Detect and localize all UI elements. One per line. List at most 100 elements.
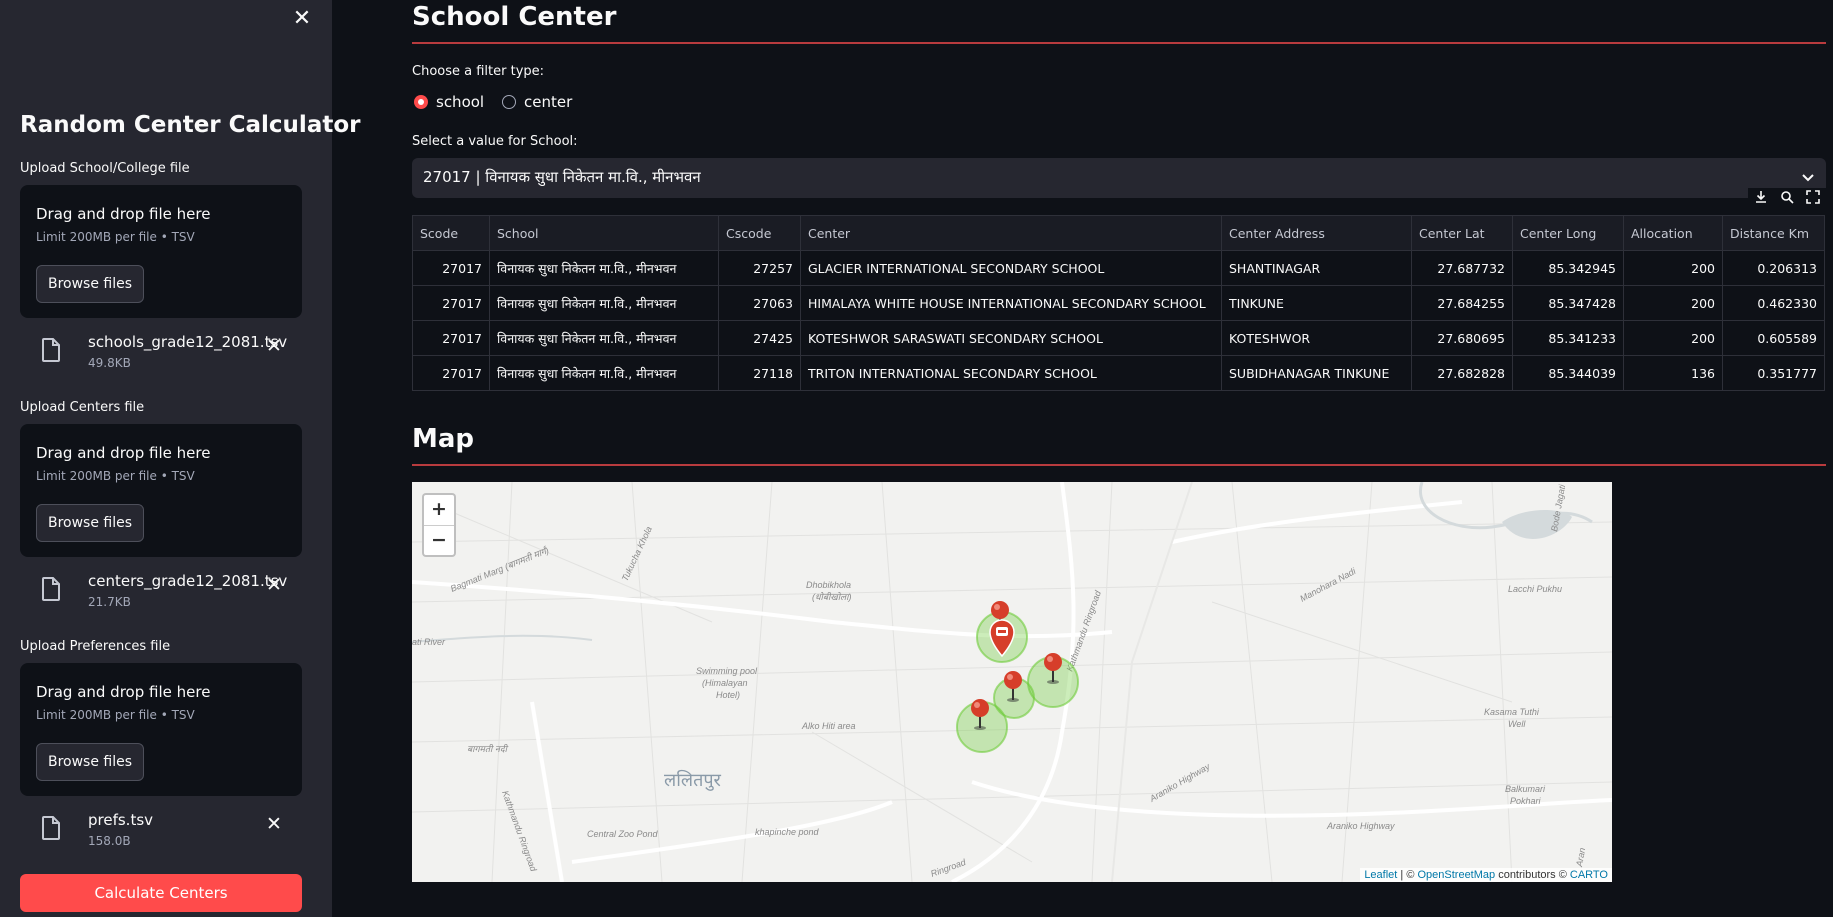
table-cell[interactable]: 0.351777 — [1722, 355, 1825, 391]
attribution-text: | © — [1397, 869, 1418, 881]
select-value: 27017 | विनायक सुधा निकेतन मा.वि., मीनभव… — [423, 168, 701, 186]
table-header-row: Scode School Cscode Center Center Addres… — [412, 215, 1825, 251]
uploaded-file: centers_grade12_2081.tsv 21.7KB ✕ — [20, 569, 302, 615]
dropzone-limit: Limit 200MB per file • TSV — [36, 469, 195, 483]
map-label: Kasama Tuthi — [1484, 707, 1540, 717]
table-cell[interactable]: 27017 — [412, 250, 490, 286]
browse-files-button[interactable]: Browse files — [36, 504, 144, 542]
table-cell[interactable]: 0.206313 — [1722, 250, 1825, 286]
file-icon — [42, 338, 60, 362]
map-label: Well — [1508, 719, 1526, 729]
browse-files-button[interactable]: Browse files — [36, 743, 144, 781]
uploaded-file: schools_grade12_2081.tsv 49.8KB ✕ — [20, 330, 302, 376]
radio-label: center — [524, 93, 573, 111]
page-title: School Center — [412, 2, 617, 32]
table-cell[interactable]: विनायक सुधा निकेतन मा.वि., मीनभवन — [489, 250, 719, 286]
remove-file-icon[interactable]: ✕ — [264, 336, 284, 356]
fullscreen-icon[interactable] — [1806, 190, 1820, 204]
table-cell[interactable]: विनायक सुधा निकेतन मा.वि., मीनभवन — [489, 320, 719, 356]
prefs-file-dropzone[interactable]: Drag and drop file here Limit 200MB per … — [20, 663, 302, 796]
table-cell[interactable]: 0.605589 — [1722, 320, 1825, 356]
dropzone-limit: Limit 200MB per file • TSV — [36, 230, 195, 244]
file-name: centers_grade12_2081.tsv — [88, 572, 288, 590]
table-cell[interactable]: HIMALAYA WHITE HOUSE INTERNATIONAL SECON… — [800, 285, 1222, 321]
table-cell[interactable]: TINKUNE — [1221, 285, 1412, 321]
table-cell[interactable]: SHANTINAGAR — [1221, 250, 1412, 286]
upload-school-label: Upload School/College file — [20, 161, 190, 176]
remove-file-icon[interactable]: ✕ — [264, 575, 284, 595]
column-header[interactable]: Center Address — [1221, 215, 1412, 251]
download-icon[interactable] — [1754, 190, 1768, 204]
map-label: (धोबीखोला) — [812, 591, 851, 602]
column-header[interactable]: Distance Km — [1722, 215, 1825, 251]
table-cell[interactable]: विनायक सुधा निकेतन मा.वि., मीनभवन — [489, 285, 719, 321]
table-cell[interactable]: GLACIER INTERNATIONAL SECONDARY SCHOOL — [800, 250, 1222, 286]
calculate-centers-button[interactable]: Calculate Centers — [20, 874, 302, 912]
table-cell[interactable]: TRITON INTERNATIONAL SECONDARY SCHOOL — [800, 355, 1222, 391]
column-header[interactable]: Scode — [412, 215, 490, 251]
radio-center[interactable]: center — [502, 92, 572, 112]
table-cell[interactable]: 85.341233 — [1512, 320, 1624, 356]
table-cell[interactable]: 27017 — [412, 285, 490, 321]
table-cell[interactable]: 27.687732 — [1411, 250, 1513, 286]
zoom-in-button[interactable]: + — [424, 495, 454, 526]
table-cell[interactable]: 27.680695 — [1411, 320, 1513, 356]
table-cell[interactable]: 27118 — [718, 355, 801, 391]
map-label-city: ललितपुर — [664, 769, 722, 791]
column-header[interactable]: School — [489, 215, 719, 251]
browse-files-button[interactable]: Browse files — [36, 265, 144, 303]
map-title-divider — [412, 464, 1826, 466]
map-label: बागमती नदी — [467, 743, 509, 754]
school-file-dropzone[interactable]: Drag and drop file here Limit 200MB per … — [20, 185, 302, 318]
table-cell[interactable]: KOTESHWOR SARASWATI SECONDARY SCHOOL — [800, 320, 1222, 356]
table-cell[interactable]: विनायक सुधा निकेतन मा.वि., मीनभवन — [489, 355, 719, 391]
table-cell[interactable]: SUBIDHANAGAR TINKUNE — [1221, 355, 1412, 391]
upload-prefs-label: Upload Preferences file — [20, 639, 171, 654]
centers-file-dropzone[interactable]: Drag and drop file here Limit 200MB per … — [20, 424, 302, 557]
radio-indicator — [502, 95, 516, 109]
radio-school[interactable]: school — [414, 92, 484, 112]
table-cell[interactable]: 27425 — [718, 320, 801, 356]
column-header[interactable]: Center — [800, 215, 1222, 251]
map-attribution: Leaflet | © OpenStreetMap contributors ©… — [1360, 868, 1612, 882]
column-header[interactable]: Cscode — [718, 215, 801, 251]
leaflet-link[interactable]: Leaflet — [1364, 869, 1397, 881]
column-header[interactable]: Allocation — [1623, 215, 1723, 251]
table-row: 27017 विनायक सुधा निकेतन मा.वि., मीनभवन … — [412, 355, 1825, 391]
table-cell[interactable]: 27017 — [412, 320, 490, 356]
table-cell[interactable]: 200 — [1623, 320, 1723, 356]
zoom-out-button[interactable]: − — [424, 526, 454, 556]
carto-link[interactable]: CARTO — [1570, 869, 1608, 881]
table-cell[interactable]: 85.342945 — [1512, 250, 1624, 286]
table-cell[interactable]: 136 — [1623, 355, 1723, 391]
table-cell[interactable]: 27017 — [412, 355, 490, 391]
map-view[interactable]: Dhobikhola (धोबीखोला) Bagmati Marg (बागम… — [412, 482, 1612, 882]
table-cell[interactable]: 27063 — [718, 285, 801, 321]
map-tiles[interactable]: Dhobikhola (धोबीखोला) Bagmati Marg (बागम… — [412, 482, 1612, 882]
radio-label: school — [436, 93, 485, 111]
osm-link[interactable]: OpenStreetMap — [1417, 869, 1495, 881]
remove-file-icon[interactable]: ✕ — [264, 814, 284, 834]
table-cell[interactable]: 200 — [1623, 285, 1723, 321]
table-cell[interactable]: 27.682828 — [1411, 355, 1513, 391]
table-cell[interactable]: 85.347428 — [1512, 285, 1624, 321]
table-cell[interactable]: 0.462330 — [1722, 285, 1825, 321]
file-name: prefs.tsv — [88, 811, 154, 829]
table-cell[interactable]: 200 — [1623, 250, 1723, 286]
title-divider — [412, 42, 1826, 44]
table-cell[interactable]: KOTESHWOR — [1221, 320, 1412, 356]
search-icon[interactable] — [1780, 190, 1794, 204]
column-header[interactable]: Center Lat — [1411, 215, 1513, 251]
sidebar: ✕ Random Center Calculator Upload School… — [0, 0, 360, 917]
close-icon[interactable]: ✕ — [291, 8, 313, 30]
table-row: 27017 विनायक सुधा निकेतन मा.वि., मीनभवन … — [412, 320, 1825, 356]
table-cell[interactable]: 85.344039 — [1512, 355, 1624, 391]
column-header[interactable]: Center Long — [1512, 215, 1624, 251]
table-cell[interactable]: 27257 — [718, 250, 801, 286]
main-content: School Center Choose a filter type: scho… — [412, 0, 1826, 917]
chevron-down-icon — [1802, 174, 1814, 182]
map-label: (Himalayan — [702, 678, 748, 688]
table-cell[interactable]: 27.684255 — [1411, 285, 1513, 321]
school-select[interactable]: 27017 | विनायक सुधा निकेतन मा.वि., मीनभव… — [412, 158, 1826, 198]
map-label: Alko Hiti area — [801, 721, 856, 731]
